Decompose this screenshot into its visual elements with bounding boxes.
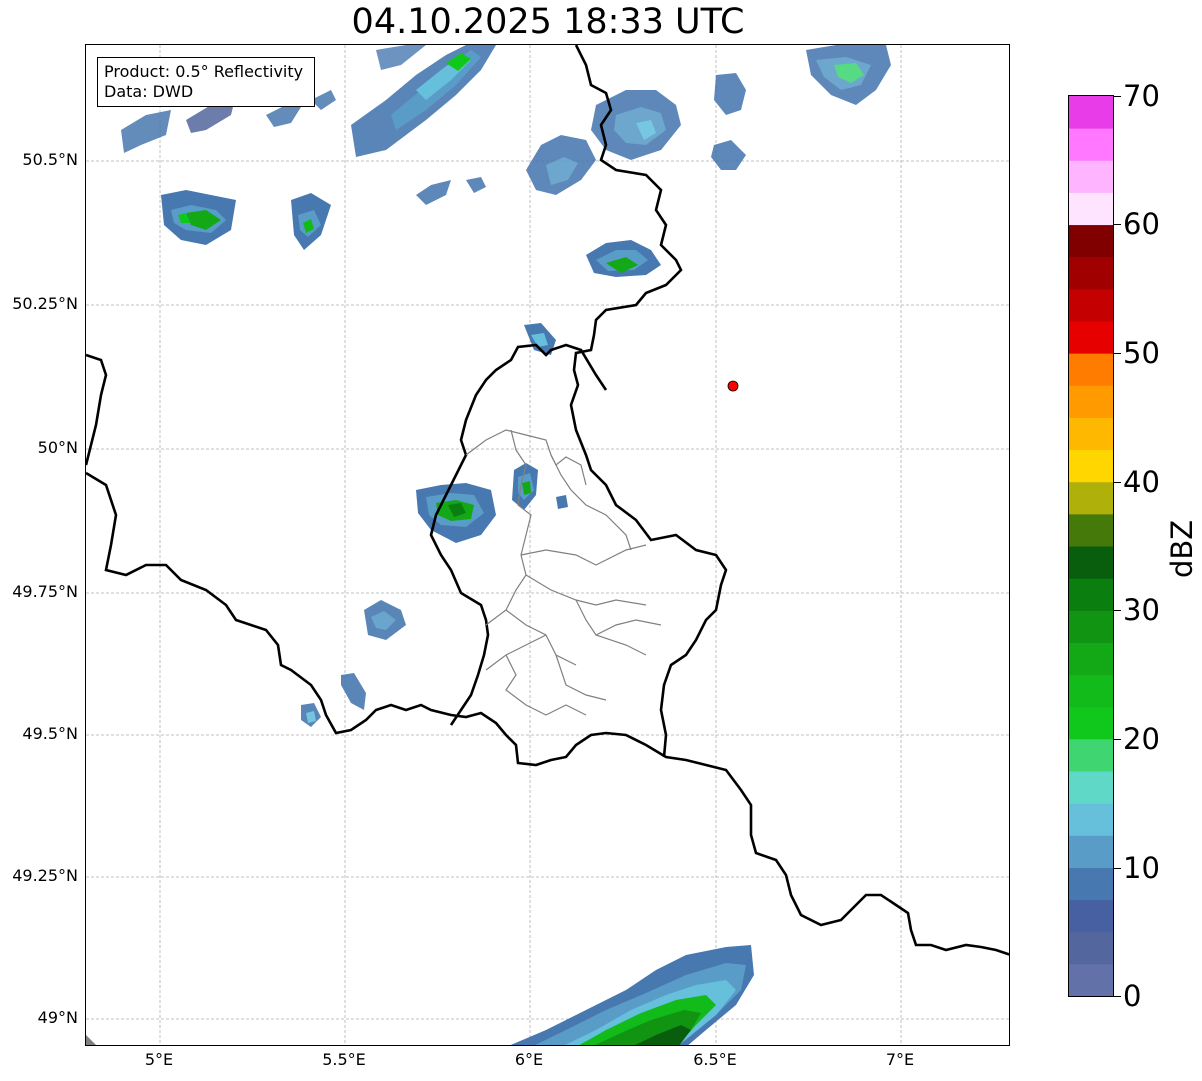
map-panel[interactable] [85, 44, 1010, 1046]
lon-tick-label: 5.5°E [322, 1050, 366, 1069]
colorbar-swatch [1069, 867, 1113, 901]
echo-cluster-west [161, 190, 331, 250]
colorbar-tick-label: 40 [1123, 465, 1160, 499]
colorbar-swatch [1069, 96, 1113, 129]
location-marker [727, 380, 739, 392]
colorbar-unit-label: dBZ [1165, 519, 1199, 578]
map-canvas [86, 45, 1009, 1045]
colorbar-tick [1114, 482, 1121, 483]
admin-borders [465, 429, 662, 716]
colorbar-swatch [1069, 481, 1113, 515]
colorbar-swatch [1069, 931, 1113, 965]
colorbar-swatch [1069, 642, 1113, 676]
colorbar-swatch [1069, 288, 1113, 322]
lat-tick-label: 49°N [37, 1008, 78, 1027]
echo-cluster-luxembourg [416, 463, 568, 543]
colorbar-swatch [1069, 963, 1113, 996]
colorbar-swatch [1069, 192, 1113, 226]
lat-tick-label: 49.75°N [12, 582, 78, 601]
colorbar-swatch [1069, 674, 1113, 708]
echo-cluster-southwest [301, 600, 406, 727]
colorbar-tick [1114, 353, 1121, 354]
colorbar-tick [1114, 868, 1121, 869]
colorbar-swatch [1069, 449, 1113, 483]
echo-cluster-north [351, 45, 496, 157]
colorbar-swatch [1069, 224, 1113, 258]
colorbar-swatch [1069, 417, 1113, 451]
colorbar-swatch [1069, 353, 1113, 386]
colorbar-tick-label: 0 [1123, 979, 1142, 1013]
product-info-box: Product: 0.5° Reflectivity Data: DWD [97, 57, 315, 107]
map-corner-fragment [86, 1035, 96, 1045]
colorbar-tick [1114, 224, 1121, 225]
colorbar-swatch [1069, 803, 1113, 836]
colorbar-swatches [1069, 96, 1113, 996]
colorbar-swatch [1069, 578, 1113, 611]
lon-tick-label: 6.5°E [693, 1050, 737, 1069]
reflectivity-colorbar [1068, 95, 1114, 997]
colorbar-tick-label: 70 [1123, 79, 1160, 113]
lat-tick-label: 49.25°N [12, 866, 78, 885]
colorbar-swatch [1069, 738, 1113, 772]
lat-tick-label: 50°N [37, 438, 78, 457]
colorbar-tick-label: 60 [1123, 207, 1160, 241]
colorbar-swatch [1069, 513, 1113, 547]
map-title: 04.10.2025 18:33 UTC [351, 2, 745, 42]
colorbar-swatch [1069, 385, 1113, 418]
colorbar-tick [1114, 996, 1121, 997]
colorbar-swatch [1069, 321, 1113, 354]
colorbar-tick-label: 20 [1123, 722, 1160, 756]
data-source-label: Data: DWD [104, 82, 194, 101]
colorbar-swatch [1069, 835, 1113, 868]
lon-tick-label: 7°E [885, 1050, 915, 1069]
echo-cluster-south [510, 945, 754, 1045]
colorbar-tick-label: 30 [1123, 593, 1160, 627]
colorbar-tick [1114, 610, 1121, 611]
lat-tick-label: 50.25°N [12, 294, 78, 313]
colorbar-swatch [1069, 771, 1113, 804]
lon-tick-label: 5°E [144, 1050, 174, 1069]
colorbar-swatch [1069, 546, 1113, 579]
colorbar-tick-label: 50 [1123, 336, 1160, 370]
colorbar-swatch [1069, 706, 1113, 740]
colorbar-swatch [1069, 610, 1113, 643]
lat-tick-label: 50.5°N [22, 150, 78, 169]
lon-tick-label: 6°E [514, 1050, 544, 1069]
colorbar-swatch [1069, 256, 1113, 290]
radar-echoes [121, 45, 891, 1045]
colorbar-swatch [1069, 160, 1113, 193]
colorbar-tick [1114, 739, 1121, 740]
colorbar-swatch [1069, 899, 1113, 933]
colorbar-tick [1114, 96, 1121, 97]
lat-tick-label: 49.5°N [22, 724, 78, 743]
colorbar-swatch [1069, 128, 1113, 161]
product-label: Product: 0.5° Reflectivity [104, 62, 304, 81]
colorbar-tick-label: 10 [1123, 851, 1160, 885]
